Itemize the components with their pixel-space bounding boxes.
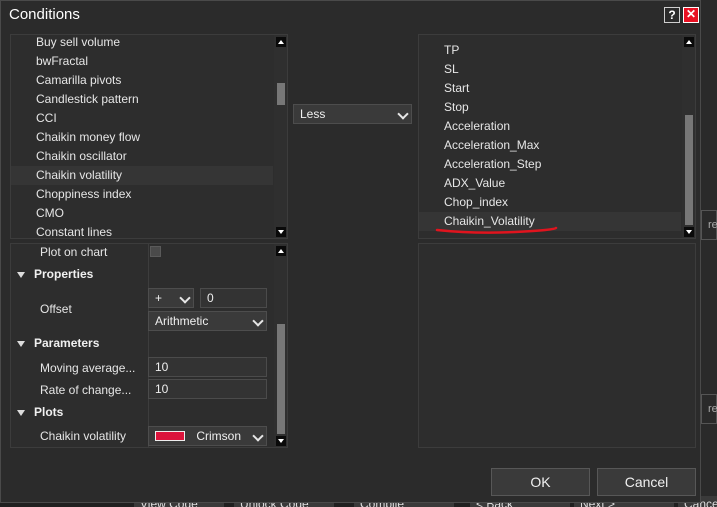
indicator-item[interactable]: CMO bbox=[11, 204, 287, 223]
red-underline-annotation bbox=[435, 226, 558, 234]
plot-color-select[interactable]: Crimson bbox=[148, 426, 267, 446]
scroll-thumb[interactable] bbox=[277, 83, 285, 105]
chevron-down-icon bbox=[397, 108, 409, 120]
offset-label: Offset bbox=[40, 302, 72, 316]
variable-list: TP SL Start Stop Acceleration Accelerati… bbox=[418, 34, 696, 239]
conditions-dialog: Conditions ? ✕ Buy sell volume bwFractal… bbox=[0, 0, 701, 503]
offset-sign-value: + bbox=[155, 291, 163, 305]
offset-value-input[interactable]: 0 bbox=[200, 288, 267, 308]
scroll-down-icon[interactable] bbox=[276, 436, 286, 446]
scroll-thumb[interactable] bbox=[685, 115, 693, 225]
plot-color-name: Crimson bbox=[196, 429, 242, 443]
color-swatch bbox=[155, 431, 185, 441]
offset-type-select[interactable]: Arithmetic bbox=[148, 311, 267, 331]
variable-item[interactable]: Start bbox=[419, 79, 695, 98]
collapse-triangle-icon bbox=[17, 272, 25, 278]
variable-item[interactable]: ADX_Value bbox=[419, 174, 695, 193]
operator-select[interactable]: Less bbox=[293, 104, 412, 124]
close-icon[interactable]: ✕ bbox=[683, 7, 699, 23]
plot-on-chart-label: Plot on chart bbox=[40, 245, 108, 259]
indicator-list-scrollbar[interactable] bbox=[274, 35, 287, 238]
properties-panel: Plot on chart Properties Offset + 0 Arit… bbox=[10, 243, 288, 448]
help-icon[interactable]: ? bbox=[664, 7, 680, 23]
description-panel bbox=[418, 243, 696, 448]
variable-item[interactable]: Stop bbox=[419, 98, 695, 117]
rate-of-change-input[interactable]: 10 bbox=[148, 379, 267, 399]
scroll-up-icon[interactable] bbox=[684, 37, 694, 47]
properties-header: Properties bbox=[34, 267, 94, 281]
ok-button[interactable]: OK bbox=[491, 468, 590, 496]
chaikin-volatility-plot-label: Chaikin volatility bbox=[40, 429, 127, 443]
plots-section-header[interactable]: Plots bbox=[11, 401, 273, 424]
variable-item[interactable]: Acceleration bbox=[419, 117, 695, 136]
indicator-item[interactable]: Choppiness index bbox=[11, 185, 287, 204]
collapse-triangle-icon bbox=[17, 341, 25, 347]
moving-average-input[interactable]: 10 bbox=[148, 357, 267, 377]
indicator-item[interactable]: bwFractal bbox=[11, 52, 287, 71]
parameters-header: Parameters bbox=[34, 336, 100, 350]
properties-section-header[interactable]: Properties bbox=[11, 263, 273, 286]
indicator-item[interactable]: CCI bbox=[11, 109, 287, 128]
cancel-button[interactable]: Cancel bbox=[597, 468, 696, 496]
variable-item[interactable]: Acceleration_Step bbox=[419, 155, 695, 174]
variable-item[interactable]: Chop_index bbox=[419, 193, 695, 212]
offset-type-value: Arithmetic bbox=[155, 314, 209, 328]
variable-list-scrollbar[interactable] bbox=[682, 35, 695, 238]
indicator-list: Buy sell volume bwFractal Camarilla pivo… bbox=[10, 34, 288, 239]
rate-of-change-label: Rate of change... bbox=[40, 383, 132, 397]
scroll-down-icon[interactable] bbox=[684, 227, 694, 237]
indicator-item[interactable]: Candlestick pattern bbox=[11, 90, 287, 109]
indicator-item-selected[interactable]: Chaikin volatility bbox=[11, 166, 273, 185]
variable-item[interactable]: Acceleration_Max bbox=[419, 136, 695, 155]
scroll-up-icon[interactable] bbox=[276, 246, 286, 256]
chevron-down-icon bbox=[252, 430, 264, 442]
title-bar: Conditions ? ✕ bbox=[1, 1, 700, 29]
scroll-thumb[interactable] bbox=[277, 324, 285, 434]
indicator-item[interactable]: Camarilla pivots bbox=[11, 71, 287, 90]
background-right-strip bbox=[699, 0, 717, 507]
parameters-section-header[interactable]: Parameters bbox=[11, 332, 273, 355]
chevron-down-icon bbox=[252, 315, 264, 327]
operator-select-value: Less bbox=[300, 107, 326, 121]
plots-header: Plots bbox=[34, 405, 64, 419]
background-field: re bbox=[701, 394, 717, 424]
properties-scrollbar[interactable] bbox=[274, 244, 287, 447]
indicator-item[interactable]: Buy sell volume bbox=[11, 35, 287, 52]
offset-sign-select[interactable]: + bbox=[148, 288, 194, 308]
indicator-item[interactable]: Constant lines bbox=[11, 223, 287, 238]
background-field: re bbox=[701, 210, 717, 240]
moving-average-label: Moving average... bbox=[40, 361, 136, 375]
scroll-down-icon[interactable] bbox=[276, 227, 286, 237]
chevron-down-icon bbox=[179, 292, 191, 304]
collapse-triangle-icon bbox=[17, 410, 25, 416]
indicator-item[interactable]: Chaikin oscillator bbox=[11, 147, 287, 166]
plot-on-chart-checkbox[interactable] bbox=[150, 246, 161, 257]
variable-item[interactable]: TP bbox=[419, 41, 695, 60]
indicator-item[interactable]: Chaikin money flow bbox=[11, 128, 287, 147]
dialog-title: Conditions bbox=[9, 6, 80, 23]
scroll-up-icon[interactable] bbox=[276, 37, 286, 47]
variable-item[interactable]: SL bbox=[419, 60, 695, 79]
